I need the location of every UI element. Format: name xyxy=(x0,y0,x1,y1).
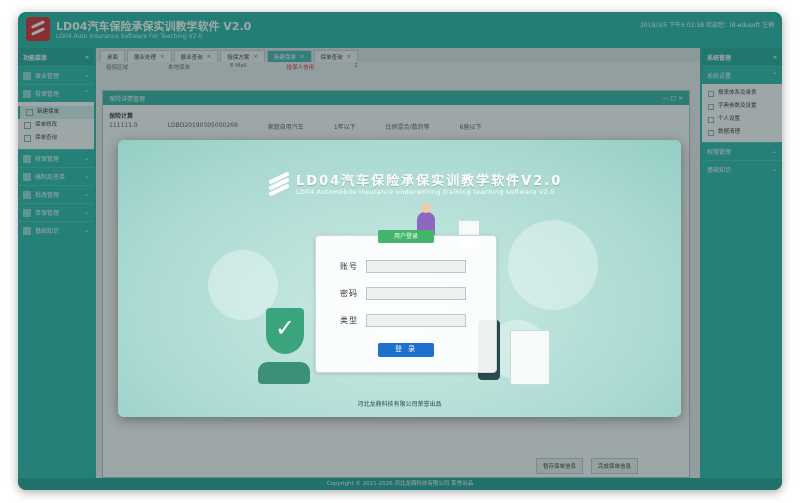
splash-footer: 河北龙鼎科技有限公司荣誉出品 xyxy=(357,401,442,408)
login-splash: LD04汽车保险承保实训教学软件V2.0 LD04 Automobile ins… xyxy=(118,140,681,417)
login-form: 用户登录 账号 密码 类型 登 录 xyxy=(315,230,497,373)
document-icon xyxy=(510,330,550,385)
account-row: 账号 xyxy=(340,260,466,273)
app-window: LD04汽车保险承保实训教学软件 V2.0 LD04 Auto Insuranc… xyxy=(18,12,782,490)
brand-logo-icon xyxy=(268,171,290,197)
car-icon xyxy=(258,362,310,384)
password-row: 密码 xyxy=(340,287,466,300)
account-input[interactable] xyxy=(366,260,466,273)
password-input[interactable] xyxy=(366,287,466,300)
login-button[interactable]: 登 录 xyxy=(378,343,434,357)
splash-subtitle: LD04 Automobile insurance underwriting t… xyxy=(296,188,555,196)
splash-title: LD04汽车保险承保实训教学软件V2.0 xyxy=(296,174,563,189)
type-label: 类型 xyxy=(340,316,358,325)
type-row: 类型 xyxy=(340,314,466,327)
login-header: 用户登录 xyxy=(378,230,434,243)
type-select[interactable] xyxy=(366,314,466,327)
gear-icon xyxy=(508,220,598,310)
password-label: 密码 xyxy=(340,289,358,298)
account-label: 账号 xyxy=(340,262,358,271)
shield-check-icon xyxy=(266,308,304,354)
